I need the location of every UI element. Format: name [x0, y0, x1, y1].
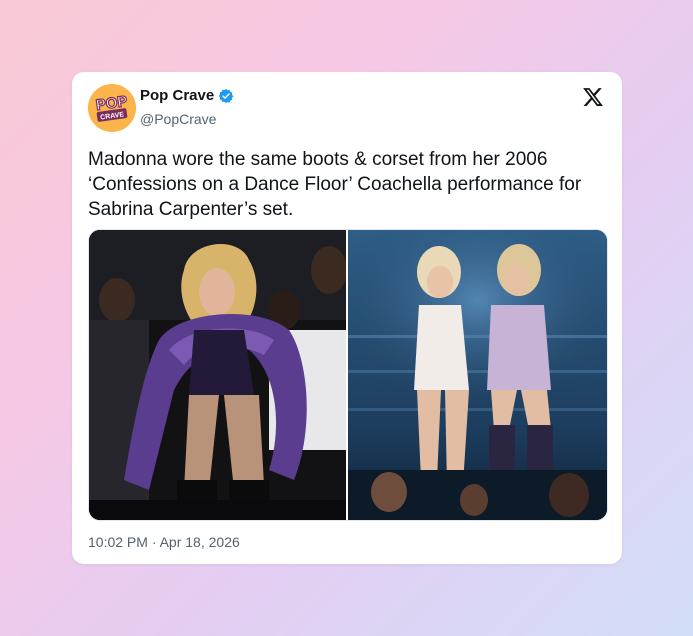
tweet-timestamp[interactable]: 10:02 PM · Apr 18, 2026 — [88, 534, 240, 550]
photo-madonna-2006-performance[interactable] — [89, 230, 347, 520]
photo-sabrina-carpenter-set[interactable] — [348, 230, 607, 520]
author-name-row: Pop Crave — [140, 87, 234, 104]
tweet-card: POP CRAVE Pop Crave @PopCrave Madonna wo… — [72, 72, 622, 564]
author-handle[interactable]: @PopCrave — [140, 111, 216, 127]
tweet-media[interactable] — [88, 229, 608, 521]
author-avatar[interactable]: POP CRAVE — [88, 84, 136, 132]
x-logo-icon[interactable] — [582, 86, 604, 108]
tweet-text: Madonna wore the same boots & corset fro… — [88, 149, 582, 220]
author-name[interactable]: Pop Crave — [140, 87, 214, 104]
media-divider — [346, 230, 348, 520]
verified-badge-icon — [218, 88, 234, 104]
